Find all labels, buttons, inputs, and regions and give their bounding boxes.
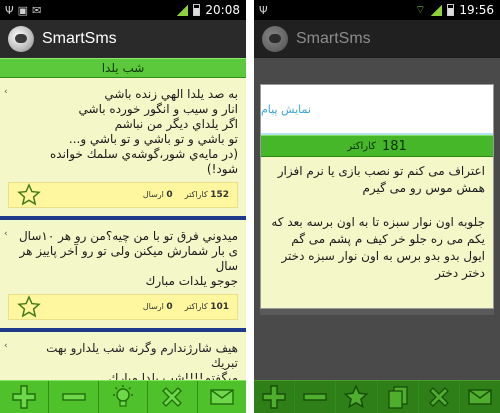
sent-count-label: ارسال	[142, 302, 164, 311]
message-meta: 101 كاراكتر 0 ارسال	[8, 294, 238, 320]
char-count: 152	[210, 190, 229, 200]
add-button[interactable]	[254, 381, 294, 413]
char-count: 101	[210, 302, 229, 312]
favorite-button[interactable]	[335, 381, 376, 413]
copy-icon	[387, 386, 408, 409]
app-title: SmartSms	[296, 30, 371, 47]
sent-count-label: ارسال	[142, 190, 164, 199]
list-item[interactable]: ‹ به صد يلدا الهي زنده باشي انار و سيب و…	[0, 78, 246, 220]
delete-button[interactable]	[417, 381, 459, 413]
star-icon[interactable]	[17, 295, 41, 319]
dialog-message-body[interactable]: اعتراف مى كنم تو نصب بازى يا نرم افزار ه…	[261, 157, 493, 308]
message-text: ميدوني فرق تو با من چيه؟من رو هر ١٠سال ى…	[18, 229, 238, 288]
lightbulb-icon	[113, 385, 134, 407]
wifi-icon: ⌔	[415, 3, 426, 16]
sent-count: 0	[166, 190, 173, 200]
battery-icon	[447, 4, 455, 16]
plus-icon	[262, 385, 286, 409]
sent-count: 0	[166, 302, 173, 312]
char-count-label: كاراكتر	[184, 302, 208, 311]
bottom-toolbar	[254, 380, 500, 413]
star-icon	[343, 384, 370, 409]
status-time: 19:56	[459, 3, 494, 17]
app-logo-icon	[262, 26, 288, 52]
usb-icon: Ψ	[259, 3, 268, 17]
left-phone-screen: Ψ ▣ ✉ 20:08 SmartSms شب يلدا ‹ به صد يلد…	[0, 0, 246, 413]
message-text: به صد يلدا الهي زنده باشي انار و سيب و ا…	[50, 87, 238, 176]
list-item[interactable]: ‹ هيف شارژندارم وگرنه شب يلدارو بهت تبري…	[0, 332, 246, 380]
message-meta: 152 كاراكتر 0 ارسال	[8, 182, 238, 208]
char-count-bar: 181 كاراكتر	[261, 135, 493, 157]
bottom-toolbar	[0, 380, 246, 413]
app-title: SmartSms	[42, 30, 117, 47]
envelope-icon	[210, 389, 234, 405]
status-time: 20:08	[205, 3, 240, 17]
usb-icon: Ψ	[5, 3, 14, 17]
status-bar: Ψ ▣ ✉ 20:08	[0, 0, 246, 20]
app-titlebar: SmartSms	[0, 20, 246, 58]
x-icon	[428, 387, 449, 407]
tip-button[interactable]	[97, 381, 147, 413]
char-count: 181	[381, 138, 407, 154]
plus-icon	[12, 385, 36, 409]
char-count-label: كاراكتر	[347, 140, 376, 152]
message-dialog: نمايش پيام 181 كاراكتر اعتراف مى كنم تو …	[260, 84, 494, 309]
char-count-label: كاراكتر	[184, 190, 208, 199]
chevron-left-icon: ‹	[4, 87, 8, 97]
x-icon	[162, 387, 183, 407]
signal-icon	[430, 4, 443, 16]
add-button[interactable]	[0, 381, 48, 413]
message-list[interactable]: ‹ به صد يلدا الهي زنده باشي انار و سيب و…	[0, 78, 246, 380]
star-icon[interactable]	[17, 183, 41, 207]
dialog-title: نمايش پيام	[261, 85, 493, 133]
send-button[interactable]	[458, 381, 500, 413]
message-text: هيف شارژندارم وگرنه شب يلدارو بهت تبريك …	[46, 341, 238, 380]
remove-button[interactable]	[294, 381, 335, 413]
right-phone-screen: Ψ ⌔ 19:56 SmartSms نمايش پيام 181 كاراكت…	[254, 0, 500, 413]
list-item[interactable]: ‹ ميدوني فرق تو با من چيه؟من رو هر ١٠سال…	[0, 220, 246, 332]
minus-icon	[61, 393, 86, 401]
remove-button[interactable]	[48, 381, 97, 413]
image-icon: ▣	[17, 3, 29, 17]
send-button[interactable]	[196, 381, 246, 413]
chevron-left-icon: ‹	[4, 341, 8, 351]
delete-button[interactable]	[147, 381, 196, 413]
category-title: شب يلدا	[0, 58, 246, 78]
app-titlebar: SmartSms	[254, 20, 500, 58]
battery-icon	[193, 4, 201, 16]
chevron-left-icon: ‹	[4, 229, 8, 239]
wifi-debug-icon: ✉	[32, 3, 42, 17]
signal-icon	[176, 4, 189, 16]
dialog-scroll-edge	[260, 309, 494, 315]
envelope-icon	[468, 389, 492, 405]
copy-button[interactable]	[376, 381, 418, 413]
status-bar: Ψ ⌔ 19:56	[254, 0, 500, 20]
minus-icon	[303, 393, 327, 401]
app-logo-icon	[8, 26, 34, 52]
